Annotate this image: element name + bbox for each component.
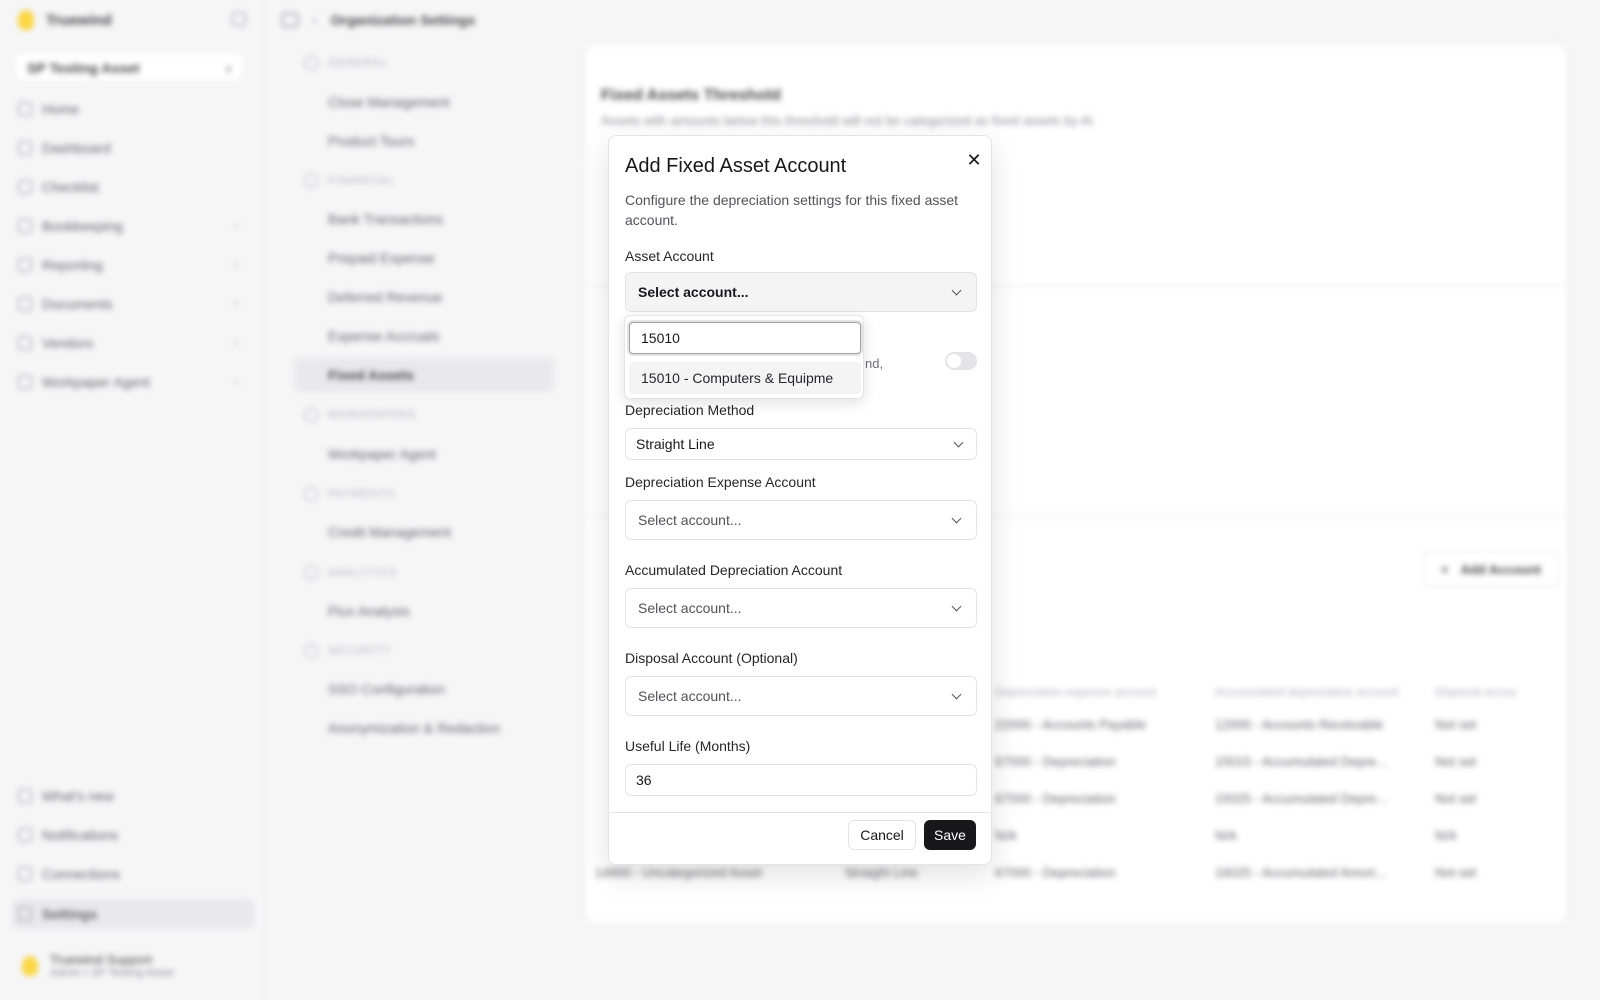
- expense-account-select[interactable]: Select account...: [625, 500, 977, 540]
- depreciation-method-select[interactable]: Straight Line: [625, 428, 977, 460]
- depreciation-method-label: Depreciation Method: [625, 402, 755, 418]
- toggle-switch[interactable]: [945, 352, 977, 370]
- chevron-down-icon: [950, 689, 964, 703]
- disposal-account-select[interactable]: Select account...: [625, 676, 977, 716]
- add-fixed-asset-dialog: Add Fixed Asset Account ✕ Configure the …: [608, 135, 992, 865]
- dialog-title: Add Fixed Asset Account: [625, 155, 847, 177]
- accumulated-depreciation-select[interactable]: Select account...: [625, 588, 977, 628]
- accumulated-depreciation-label: Accumulated Depreciation Account: [625, 562, 843, 578]
- chevron-down-icon: [950, 513, 964, 527]
- useful-life-label: Useful Life (Months): [625, 738, 751, 754]
- chevron-down-icon: [952, 437, 966, 451]
- account-search-popover: 15010 - Computers & Equipme: [624, 315, 864, 399]
- asset-account-select[interactable]: Select account...: [625, 272, 977, 312]
- save-button[interactable]: Save: [924, 820, 976, 850]
- asset-account-value: Select account...: [638, 284, 749, 300]
- close-icon[interactable]: ✕: [964, 150, 984, 170]
- dialog-footer-divider: [609, 812, 991, 813]
- chevron-down-icon: [950, 285, 964, 299]
- expense-account-value: Select account...: [638, 512, 742, 528]
- disposal-account-label: Disposal Account (Optional): [625, 650, 798, 666]
- useful-life-input[interactable]: [625, 764, 977, 796]
- chevron-down-icon: [950, 601, 964, 615]
- depreciation-method-value: Straight Line: [636, 436, 715, 452]
- dialog-description: Configure the depreciation settings for …: [625, 192, 959, 228]
- account-search-input[interactable]: [629, 322, 861, 354]
- expense-account-label: Depreciation Expense Account: [625, 474, 816, 490]
- asset-account-label: Asset Account: [625, 248, 714, 264]
- cancel-button[interactable]: Cancel: [848, 820, 916, 850]
- hidden-field-description: nd,: [865, 356, 884, 371]
- account-option[interactable]: 15010 - Computers & Equipme: [629, 362, 861, 394]
- disposal-account-value: Select account...: [638, 688, 742, 704]
- accumulated-depreciation-value: Select account...: [638, 600, 742, 616]
